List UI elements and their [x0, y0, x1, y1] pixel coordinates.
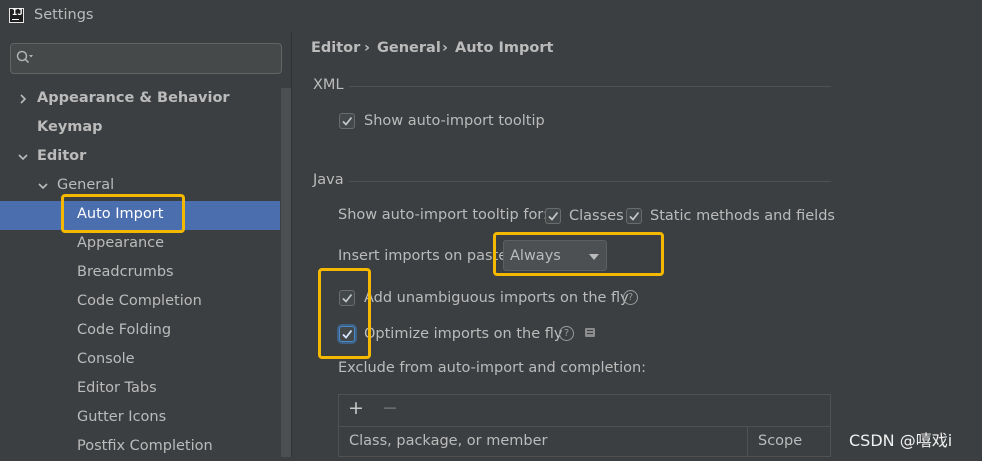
search-icon[interactable] [16, 50, 34, 66]
section-separator [349, 86, 831, 87]
exclude-label: Exclude from auto-import and completion: [338, 360, 647, 376]
classes-checkbox[interactable] [545, 208, 561, 224]
breadcrumb-editor[interactable]: Editor [311, 40, 360, 56]
sidebar-scrollbar-thumb[interactable] [281, 88, 291, 457]
sidebar-item-code-folding[interactable]: Code Folding [77, 316, 171, 345]
settings-scope-icon[interactable] [585, 328, 595, 337]
section-separator [349, 181, 831, 182]
optimize-imports-label[interactable]: Optimize imports on the fly [364, 326, 562, 342]
sidebar-item-appearance[interactable]: Appearance [77, 229, 164, 258]
sidebar-item-console[interactable]: Console [77, 345, 135, 374]
insert-on-paste-label: Insert imports on paste: [338, 248, 513, 264]
breadcrumb-separator: › [364, 40, 370, 56]
static-methods-label[interactable]: Static methods and fields [650, 208, 835, 224]
sidebar-item-code-completion[interactable]: Code Completion [77, 287, 202, 316]
sidebar-item-gutter-icons[interactable]: Gutter Icons [77, 403, 166, 432]
chevron-right-icon[interactable] [18, 84, 28, 113]
section-title-java: Java [313, 172, 344, 188]
sidebar-item-appearance-behavior[interactable]: Appearance & Behavior [37, 84, 230, 113]
breadcrumb-separator: › [442, 40, 448, 56]
window-title: Settings [34, 7, 94, 23]
add-icon[interactable]: + [348, 397, 364, 419]
sidebar-item-editor-tabs[interactable]: Editor Tabs [77, 374, 157, 403]
add-unambiguous-label[interactable]: Add unambiguous imports on the fly [364, 290, 629, 306]
watermark: CSDN @嘻戏i [849, 431, 953, 450]
column-header-scope[interactable]: Scope [758, 433, 802, 449]
section-title-xml: XML [313, 77, 344, 93]
help-icon[interactable]: ? [559, 326, 574, 341]
column-separator[interactable] [747, 427, 748, 457]
annotation-highlight-box [61, 194, 185, 233]
breadcrumb-general[interactable]: General [377, 40, 441, 56]
annotation-highlight-box [318, 268, 371, 359]
breadcrumb-auto-import: Auto Import [455, 40, 554, 56]
remove-icon[interactable]: − [382, 397, 398, 419]
tooltip-for-label: Show auto-import tooltip for: [338, 207, 548, 223]
chevron-down-icon[interactable] [38, 171, 48, 200]
annotation-highlight-box [493, 232, 664, 276]
show-tooltip-xml-checkbox[interactable] [339, 113, 355, 129]
search-input[interactable] [10, 43, 282, 74]
sidebar-item-breadcrumbs[interactable]: Breadcrumbs [77, 258, 174, 287]
help-icon[interactable]: ? [623, 290, 638, 305]
show-tooltip-xml-label[interactable]: Show auto-import tooltip [364, 113, 545, 129]
sidebar-item-keymap[interactable]: Keymap [37, 113, 103, 142]
sidebar-item-editor[interactable]: Editor [37, 142, 86, 171]
column-header-class[interactable]: Class, package, or member [349, 433, 548, 449]
classes-label[interactable]: Classes [569, 208, 624, 224]
static-methods-checkbox[interactable] [626, 208, 642, 224]
chevron-down-icon[interactable] [18, 142, 28, 171]
intellij-app-icon: IJ [9, 8, 24, 23]
title-bar [0, 0, 982, 32]
